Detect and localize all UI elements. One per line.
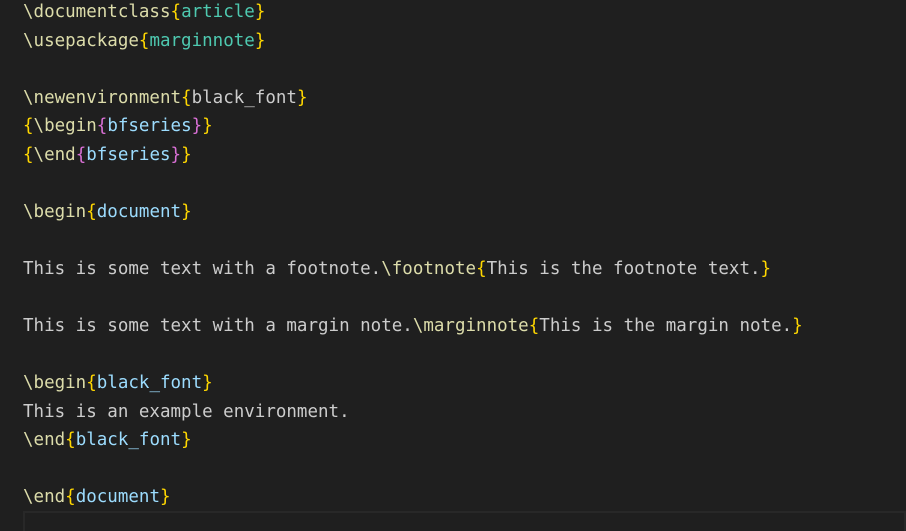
code-token-arg: marginnote — [149, 30, 255, 51]
code-line[interactable]: {\begin{bfseries}} — [23, 112, 803, 141]
code-line[interactable]: \end{black_font} — [23, 426, 803, 455]
code-line[interactable]: \end{document} — [23, 483, 803, 512]
code-token-inner: { — [96, 116, 108, 137]
code-token-brace: { — [65, 430, 76, 451]
code-token-cmd: \begin — [33, 116, 97, 137]
code-token-cmd: \begin — [23, 373, 87, 394]
code-token-cmd: \marginnote — [412, 316, 529, 337]
code-line[interactable]: \usepackage{marginnote} — [23, 27, 803, 56]
code-token-brace: { — [476, 258, 487, 279]
code-line[interactable] — [23, 283, 803, 312]
code-line[interactable] — [23, 226, 803, 255]
code-token-brace: { — [23, 116, 34, 137]
code-token-brace: { — [86, 373, 97, 394]
code-line[interactable] — [23, 455, 803, 484]
code-token-brace: } — [181, 144, 192, 165]
code-token-brace: } — [181, 430, 192, 451]
code-token-cmd: \usepackage — [23, 30, 139, 51]
code-token-text: This is the margin note. — [539, 316, 793, 337]
code-line[interactable]: \documentclass{article} — [23, 0, 803, 27]
code-token-brace: { — [23, 144, 34, 165]
code-token-brace: { — [65, 487, 76, 508]
code-editor[interactable]: \documentclass{article} \usepackage{margi… — [0, 0, 906, 531]
code-token-text: black_font — [191, 87, 297, 108]
code-token-env: black_font — [96, 373, 203, 394]
code-line[interactable]: {\end{bfseries}} — [23, 141, 803, 170]
code-token-brace: } — [254, 2, 266, 22]
code-token-cmd: \documentclass — [23, 2, 171, 22]
code-token-brace: } — [160, 487, 171, 508]
code-token-env: black_font — [75, 430, 182, 451]
code-token-cmd: \footnote — [381, 258, 477, 279]
code-token-brace: { — [170, 2, 182, 22]
code-token-brace: } — [254, 30, 266, 51]
code-token-text: This is some text with a footnote. — [23, 258, 382, 279]
code-token-brace: } — [202, 116, 213, 137]
code-token-brace: } — [202, 373, 213, 394]
code-token-inner: } — [170, 144, 182, 165]
code-token-brace: } — [296, 87, 308, 108]
code-token-env: document — [96, 201, 182, 222]
code-token-brace: } — [760, 258, 772, 279]
code-line[interactable] — [23, 169, 803, 198]
code-token-cmd: \end — [23, 487, 66, 508]
code-token-text: This is the footnote text. — [486, 258, 761, 279]
code-token-brace: { — [138, 30, 150, 51]
code-token-brace: } — [792, 316, 803, 337]
code-token-inner: { — [75, 144, 87, 165]
code-token-arg: article — [181, 2, 255, 22]
code-line[interactable]: \begin{document} — [23, 198, 803, 227]
code-token-inner: } — [191, 116, 203, 137]
code-area[interactable]: \documentclass{article} \usepackage{margi… — [23, 0, 803, 512]
code-token-env: bfseries — [107, 116, 192, 137]
code-token-brace: { — [86, 201, 97, 222]
code-token-text: This is some text with a margin note. — [23, 316, 413, 337]
code-token-env: bfseries — [86, 144, 171, 165]
code-token-brace: { — [528, 316, 540, 337]
code-token-brace: } — [181, 201, 192, 222]
code-token-brace: { — [181, 87, 192, 108]
current-line-highlight — [23, 511, 906, 531]
code-line[interactable] — [23, 341, 803, 370]
code-token-cmd: \newenvironment — [23, 87, 182, 108]
code-token-env: document — [75, 487, 160, 508]
code-token-text: This is an example environment. — [23, 401, 350, 422]
code-line[interactable]: \begin{black_font} — [23, 369, 803, 398]
code-line[interactable] — [23, 55, 803, 84]
code-token-cmd: \begin — [23, 201, 87, 222]
code-line[interactable]: \newenvironment{black_font} — [23, 84, 803, 113]
code-token-cmd: \end — [33, 144, 76, 165]
code-line[interactable]: This is some text with a footnote.\footn… — [23, 255, 803, 284]
code-line[interactable]: This is an example environment. — [23, 398, 803, 427]
code-line[interactable]: This is some text with a margin note.\ma… — [23, 312, 803, 341]
code-token-cmd: \end — [23, 430, 66, 451]
